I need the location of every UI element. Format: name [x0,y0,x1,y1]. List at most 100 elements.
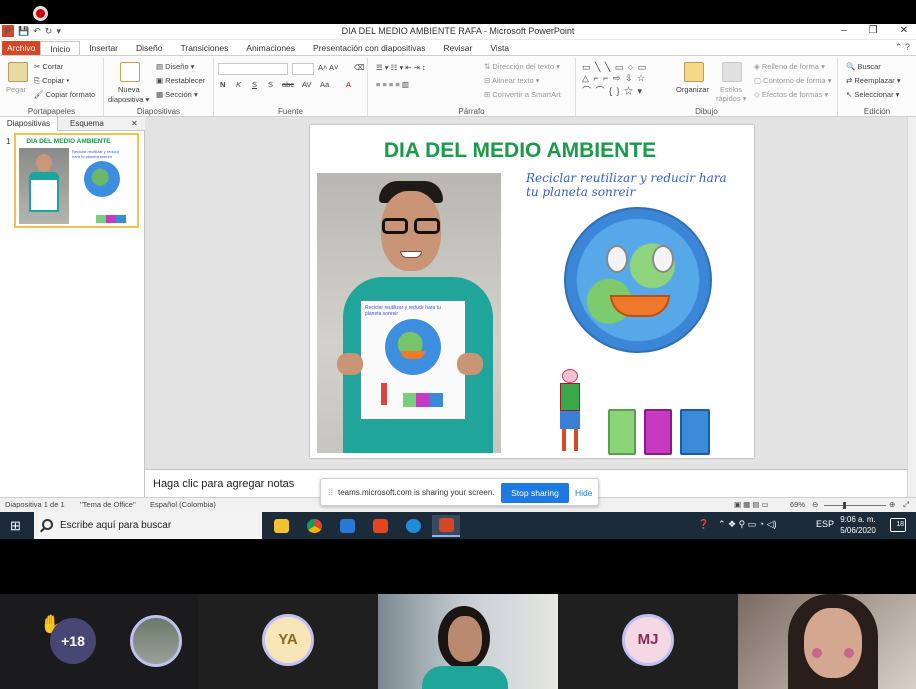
bullets-icon[interactable]: ☰ ▾ ☷ ▾ ⇤ ⇥ ↕ [376,63,426,72]
strikethrough-button[interactable]: abc [282,80,294,89]
clock[interactable]: 9:06 a. m. 5/06/2020 [833,514,883,536]
system-tray-icons[interactable]: ⌃ ❖ ⚲ ▭ ◔ ◁) [718,519,777,530]
tab-animaciones[interactable]: Animaciones [237,41,304,55]
slide-title[interactable]: DIA DEL MEDIO AMBIENTE [310,139,730,163]
tab-revisar[interactable]: Revisar [435,41,482,55]
taskbar-office[interactable] [366,515,394,537]
search-placeholder[interactable]: Escribe aquí para buscar [60,520,171,531]
italic-button[interactable]: K [236,80,241,89]
notification-center-icon[interactable]: 18 [890,518,906,532]
view-buttons[interactable]: ▣ ▦ ▤ ▭ [734,500,769,509]
tab-diseno[interactable]: Diseño [127,41,171,55]
participant-video-student[interactable] [738,594,916,689]
font-name-dropdown[interactable] [218,63,288,75]
replace-button[interactable]: ⇄ Reemplazar ▾ [846,76,901,85]
vertical-scrollbar[interactable] [907,117,916,497]
quick-styles-label-2[interactable]: rápidos ▾ [716,94,746,103]
participant-tile-overflow[interactable]: ✋ +18 [0,594,198,689]
font-color-button[interactable]: A [346,80,351,89]
format-painter-button[interactable]: 🖌 Copiar formato [34,90,95,99]
change-case-button[interactable]: Aa [320,80,329,89]
participant-tile-mj[interactable]: MJ [558,594,738,689]
zoom-level[interactable]: 69% [790,500,805,509]
shape-outline-button[interactable]: ▢ Contorno de forma ▾ [754,76,832,85]
align-text-button[interactable]: ⊟ Alinear texto ▾ [484,76,540,85]
close-button[interactable]: ✕ [900,25,908,36]
select-button[interactable]: ↖ Seleccionar ▾ [846,90,899,99]
taskbar-edge[interactable] [399,515,427,537]
drag-handle-icon[interactable]: ⁞⁞ [328,487,333,497]
earth-drawing[interactable] [564,207,712,353]
taskbar-file-explorer[interactable] [267,515,295,537]
participant-avatar-mj[interactable]: MJ [622,614,674,666]
grow-font-icon[interactable]: A˄ A˅ [318,63,338,72]
tab-archivo[interactable]: Archivo [2,41,41,55]
close-pane-icon[interactable]: ✕ [131,117,138,131]
hide-button[interactable]: Hide [575,488,592,498]
cut-button[interactable]: ✂ Cortar [34,62,63,71]
tab-vista[interactable]: Vista [481,41,518,55]
theme-name[interactable]: "Tema de Office" [80,500,136,509]
green-bin-drawing[interactable] [608,409,636,455]
align-icons[interactable]: ≡ ≡ ≡ ≡ ▥ [376,80,409,89]
taskbar-search[interactable]: Escribe aquí para buscar [34,512,262,539]
participant-overflow-count[interactable]: +18 [50,618,96,664]
taskbar-powerpoint[interactable] [432,515,460,537]
purple-bin-drawing[interactable] [644,409,672,455]
bold-button[interactable]: N [220,80,225,89]
zoom-in-icon[interactable]: ⊕ [889,500,895,509]
shape-effects-button[interactable]: ◇ Efectos de formas ▾ [754,90,828,99]
minimize-button[interactable]: – [841,25,847,36]
font-size-dropdown[interactable] [292,63,314,75]
maximize-button[interactable]: ❐ [869,25,878,36]
paste-button[interactable]: Pegar [6,85,26,94]
find-button[interactable]: 🔍 Buscar [846,62,881,71]
spacing-button[interactable]: AV [302,80,311,89]
paste-icon[interactable] [8,62,28,82]
participant-avatar-photo[interactable] [130,615,182,667]
handwritten-caption[interactable]: Reciclar reutilizar y reducir hara tu pl… [526,171,742,199]
slide-canvas[interactable]: DIA DEL MEDIO AMBIENTE Reciclar reutiliz… [310,125,754,458]
help-tray-icon[interactable]: ❓ [698,519,709,530]
tab-insertar[interactable]: Insertar [80,41,127,55]
language-status[interactable]: Español (Colombia) [150,500,216,509]
tab-transiciones[interactable]: Transiciones [171,41,237,55]
shapes-gallery[interactable]: ▭ ╲ ╲ ▭ ○ ▭ △ ⌐ ⌐ ⇨ ⇩ ☆ ⌒ ⌒ { } ☆ ▾ [582,62,647,97]
tab-inicio[interactable]: Inicio [40,41,81,55]
arrange-icon[interactable] [684,62,704,82]
clear-format-icon[interactable]: ⌫ [354,63,365,72]
child-photo[interactable]: Reciclar reutilizar y reducir hara tu pl… [317,173,501,453]
underline-button[interactable]: S [252,80,257,89]
quick-styles-label[interactable]: Estilos [720,85,742,94]
text-direction-button[interactable]: ⇅ Dirección del texto ▾ [484,62,560,71]
tab-diapositivas[interactable]: Diapositivas [0,117,58,131]
tab-esquema[interactable]: Esquema [70,117,104,131]
new-slide-label-2[interactable]: diapositiva ▾ [108,95,149,104]
notes-placeholder[interactable]: Haga clic para agregar notas [153,478,294,490]
fit-slide-icon[interactable]: ⤢ [903,500,909,510]
participant-avatar-ya[interactable]: YA [262,614,314,666]
stop-sharing-button[interactable]: Stop sharing [501,483,569,503]
shadow-button[interactable]: S [268,80,273,89]
taskbar-mail[interactable] [333,515,361,537]
help-icon[interactable]: ⌃ ? [895,42,910,53]
blue-bin-drawing[interactable] [680,409,710,455]
taskbar-chrome[interactable] [300,515,328,537]
tab-presentacion[interactable]: Presentación con diapositivas [304,41,434,55]
windows-start-icon[interactable]: ⊞ [10,519,21,532]
quick-styles-icon[interactable] [722,62,742,82]
shape-fill-button[interactable]: ◈ Relleno de forma ▾ [754,62,825,71]
participant-tile-ya[interactable]: YA [198,594,378,689]
new-slide-label[interactable]: Nueva [118,85,140,94]
input-language[interactable]: ESP [816,519,834,529]
slide-thumbnail[interactable]: DIA DEL MEDIO AMBIENTE Reciclar reutiliz… [14,133,139,228]
new-slide-icon[interactable] [120,62,140,82]
layout-button[interactable]: ▤ Diseño ▾ [156,62,194,71]
arrange-button[interactable]: Organizar [676,85,709,94]
zoom-out-icon[interactable]: ⊖ [812,500,818,509]
reset-button[interactable]: ▣ Restablecer [156,76,205,85]
copy-button[interactable]: ⎘ Copiar ▾ [34,76,69,86]
smartart-button[interactable]: ⊞ Convertir a SmartArt [484,90,561,99]
section-button[interactable]: ▦ Sección ▾ [156,90,198,99]
zoom-slider[interactable] [824,502,886,509]
